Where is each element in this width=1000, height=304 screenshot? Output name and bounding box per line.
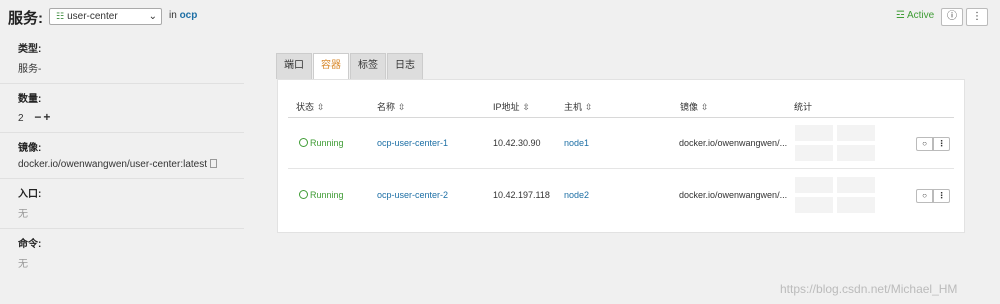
entry-field: 入口: 无 [0, 179, 244, 229]
sort-icon: ⇳ [317, 102, 325, 112]
running-icon [299, 138, 308, 147]
column-header-host[interactable]: 主机 ⇳ [564, 100, 593, 113]
host-link[interactable]: node1 [564, 138, 589, 148]
container-name-link[interactable]: ocp-user-center-2 [377, 190, 448, 200]
restart-button[interactable]: ○ [916, 189, 933, 203]
running-icon [299, 190, 308, 199]
copy-icon[interactable] [210, 159, 217, 168]
command-value: 无 [18, 259, 28, 270]
type-field: 类型: 服务- [0, 34, 244, 84]
kebab-icon: ⋮ [937, 191, 946, 200]
entry-value: 无 [18, 209, 28, 220]
containers-table-card: 状态 ⇳ 名称 ⇳ IP地址 ⇳ 主机 ⇳ 镜像 ⇳ 统计 Running ocp-use… [277, 79, 965, 233]
command-field: 命令: 无 [0, 229, 244, 278]
scale-stepper[interactable]: −+ [34, 110, 52, 124]
service-label: 服务: [8, 10, 43, 27]
circle-icon: ○ [922, 191, 927, 200]
in-prefix: in [169, 10, 177, 21]
circle-icon: ○ [922, 139, 927, 148]
kebab-icon: ⋮ [937, 139, 946, 148]
count-label: 数量: [18, 94, 42, 105]
image-field: 镜像: docker.io/owenwangwen/user-center:la… [0, 133, 244, 179]
service-select-value: user-center [67, 11, 118, 22]
detail-tabs: 端口 容器 标签 日志 [276, 53, 424, 79]
row-menu-button[interactable]: ⋮ [933, 137, 950, 151]
column-header-stats: 统计 [794, 102, 813, 112]
image-value: docker.io/owenwangwen/user-center:latest [18, 159, 207, 170]
sort-icon: ⇳ [522, 102, 531, 112]
status-cell: Running [299, 190, 344, 200]
ip-cell: 10.42.197.118 [493, 190, 550, 200]
column-header-name[interactable]: 名称 ⇳ [377, 100, 406, 113]
image-cell: docker.io/owenwangwen/... [679, 190, 788, 200]
watermark: https://blog.csdn.net/Michael_HM [780, 282, 958, 296]
sort-icon: ⇳ [398, 102, 406, 112]
status-cell: Running [299, 138, 344, 148]
count-field: 数量: 2 −+ [0, 84, 244, 133]
column-header-ip[interactable]: IP地址 ⇳ [493, 100, 530, 113]
namespace-indicator: in ocp [169, 10, 197, 21]
tab-logs[interactable]: 日志 [387, 53, 423, 79]
image-label: 镜像: [18, 143, 42, 154]
command-label: 命令: [18, 239, 42, 250]
page-header: 服务: ☷ user-center ⌄ in ocp ☲ Active ⓘ ⋮ [0, 0, 1000, 34]
details-panel: 类型: 服务- 数量: 2 −+ 镜像: docker.io/owenwangw… [0, 34, 244, 278]
column-header-status[interactable]: 状态 ⇳ [296, 100, 325, 113]
entry-label: 入口: [18, 189, 42, 200]
type-value: 服务- [18, 64, 42, 75]
type-label: 类型: [18, 44, 42, 55]
service-select[interactable]: ☷ user-center ⌄ [49, 8, 162, 25]
count-value: 2 [18, 113, 24, 124]
status-text: Active [906, 10, 935, 21]
container-name-link[interactable]: ocp-user-center-1 [377, 138, 448, 148]
image-row: docker.io/owenwangwen/user-center:latest [18, 159, 244, 170]
host-link[interactable]: node2 [564, 190, 589, 200]
help-button[interactable]: ⓘ [941, 8, 963, 26]
question-circle-icon: ⓘ [947, 11, 957, 22]
count-row: 2 −+ [18, 110, 244, 124]
status-badge: ☲ Active [896, 10, 934, 21]
ip-cell: 10.42.30.90 [493, 138, 541, 148]
table-row: Running ocp-user-center-2 10.42.197.118 … [288, 170, 954, 221]
restart-button[interactable]: ○ [916, 137, 933, 151]
sort-icon: ⇳ [701, 102, 709, 112]
stack-icon: ☲ [896, 10, 905, 21]
sort-icon: ⇳ [585, 102, 593, 112]
tab-containers[interactable]: 容器 [313, 53, 349, 79]
table-row: Running ocp-user-center-1 10.42.30.90 no… [288, 118, 954, 169]
chevron-down-icon: ⌄ [148, 11, 157, 22]
more-menu-button[interactable]: ⋮ [966, 8, 988, 26]
namespace-link[interactable]: ocp [180, 10, 198, 21]
tab-ports[interactable]: 端口 [276, 53, 312, 79]
kebab-icon: ⋮ [972, 11, 982, 22]
row-menu-button[interactable]: ⋮ [933, 189, 950, 203]
image-cell: docker.io/owenwangwen/... [679, 138, 788, 148]
service-icon: ☷ [56, 11, 65, 21]
column-header-image[interactable]: 镜像 ⇳ [680, 100, 709, 113]
tab-labels[interactable]: 标签 [350, 53, 386, 79]
